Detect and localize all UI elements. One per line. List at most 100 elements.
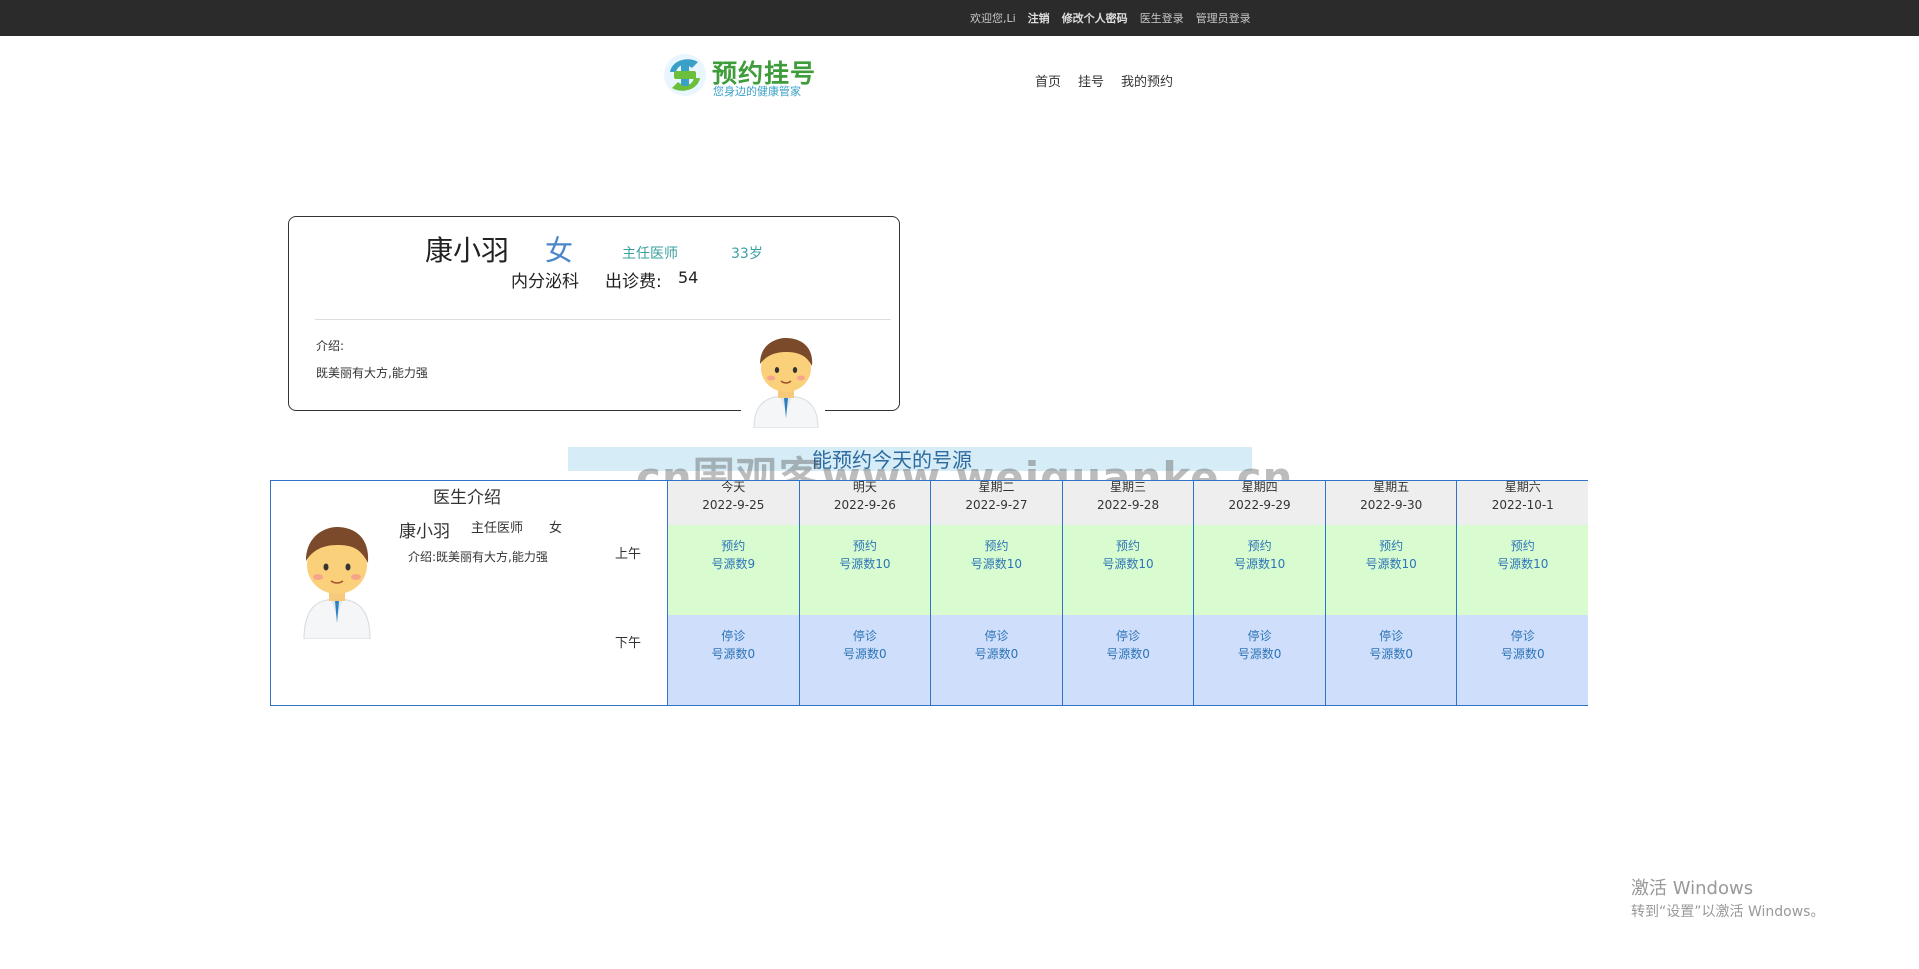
am-status: 预约 [721,539,746,553]
pm-count: 号源数0 [711,647,756,661]
pm-status: 停诊 [984,629,1009,643]
day-date: 2022-9-30 [1360,498,1423,512]
doctor-gender: 女 [545,234,574,267]
am-status: 预约 [1510,539,1535,553]
nav-home[interactable]: 首页 [1035,71,1061,90]
day-header: 星期三 2022-9-28 [1062,480,1194,525]
am-slot[interactable]: 预约 号源数10 [1325,525,1457,615]
doctor-name: 康小羽 [425,234,510,267]
am-status: 预约 [852,539,877,553]
day-date: 2022-10-1 [1491,498,1554,512]
doctor-title: 主任医师 [622,246,678,262]
am-count: 号源数10 [839,557,891,571]
day-date: 2022-9-28 [1096,498,1160,512]
am-slot[interactable]: 预约号源数10 [931,525,1062,615]
day-date: 2022-9-27 [965,498,1028,512]
day-header: 星期二 2022-9-27 [931,480,1062,525]
am-count: 号源数10 [970,557,1023,571]
fee-value: 54 [678,268,699,287]
doctor-department: 内分泌科 [511,272,579,292]
welcome-text: 欢迎您,Li [970,12,1016,25]
day-weekday: 星期四 [1241,480,1278,494]
day-header: 明天 2022-9-26 [799,480,931,525]
am-slot[interactable]: 预约号源数10 [1457,525,1589,615]
logo-subtitle: 您身边的健康管家 [713,85,801,98]
pm-slot: 停诊号源数0 [668,615,799,705]
fee-label: 出诊费: [605,272,662,292]
day-column: 星期六 2022-10-1 预约号源数10 停诊号源数0 [1456,480,1589,705]
top-bar: 欢迎您,Li 注销 修改个人密码 医生登录 管理员登录 [0,0,1919,36]
day-weekday: 明天 [852,480,877,494]
am-count: 号源数9 [711,557,756,571]
day-column: 星期五 2022-9-30 预约 号源数10 停诊号源数0 [1324,480,1457,705]
schedule-doctor-title: 主任医师 [471,521,524,536]
afternoon-label: 下午 [615,636,642,651]
day-column: 星期三 2022-9-28 预约号源数10 停诊号源数0 [1061,480,1194,705]
schedule-doctor-name: 康小羽 [399,522,450,542]
am-slot[interactable]: 预约号源数10 [1062,525,1194,615]
windows-activation-hint: 转到“设置”以激活 Windows。 [1631,904,1825,920]
day-date: 2022-9-29 [1228,498,1291,512]
am-slot[interactable]: 预约号源数9 [668,525,799,615]
doctor-age: 33岁 [731,246,763,262]
day-date: 2022-9-25 [702,498,765,512]
day-weekday: 星期三 [1110,480,1147,494]
card-divider [315,319,891,320]
logout-link[interactable]: 注销 [1028,10,1050,26]
admin-login-link[interactable]: 管理员登录 [1196,10,1251,26]
am-status: 预约 [984,539,1009,553]
pm-count: 号源数0 [843,647,887,661]
pm-status: 停诊 [1379,629,1404,643]
windows-activation-title: 激活 Windows [1631,878,1754,899]
day-column: 星期二 2022-9-27 预约号源数10 停诊号源数0 [930,480,1062,705]
doctor-avatar-icon [753,338,819,428]
site-logo[interactable]: 预约挂号 您身边的健康管家 [662,52,822,102]
schedule-table: 医生介绍 康小羽 主任医师 女 介绍:既美丽有大方,能力强 上午 下午 今天 20… [270,480,1589,706]
day-weekday: 星期六 [1504,480,1541,494]
pm-count: 号源数0 [1106,647,1150,661]
am-slot[interactable]: 预约号源数10 [1194,525,1325,615]
day-header: 星期四 2022-9-29 [1194,480,1325,525]
day-weekday: 星期二 [978,480,1015,494]
am-count: 号源数10 [1233,557,1286,571]
am-status: 预约 [1247,539,1272,553]
schedule-doctor-avatar-icon [303,527,371,639]
nav-register[interactable]: 挂号 [1078,71,1104,90]
day-header: 今天 2022-9-25 [668,480,799,525]
schedule-doctor-gender: 女 [549,521,563,536]
day-weekday: 星期五 [1373,480,1410,494]
pm-slot: 停诊号源数0 [931,615,1062,705]
day-column: 星期四 2022-9-29 预约号源数10 停诊号源数0 [1193,480,1325,705]
am-count: 号源数10 [1102,557,1154,571]
pm-count: 号源数0 [1500,647,1545,661]
pm-status: 停诊 [852,629,877,643]
day-column: 明天 2022-9-26 预约号源数10 停诊号源数0 [798,480,931,705]
am-status: 预约 [1116,539,1141,553]
pm-count: 号源数0 [1237,647,1282,661]
nav-my-appointments[interactable]: 我的预约 [1121,71,1173,90]
pm-slot: 停诊号源数0 [1194,615,1325,705]
pm-count: 号源数0 [1369,647,1413,661]
doctor-login-link[interactable]: 医生登录 [1140,10,1184,26]
pm-slot: 停诊号源数0 [1325,615,1457,705]
am-count: 号源数10 [1497,557,1549,571]
pm-count: 号源数0 [974,647,1019,661]
main-nav: 首页 挂号 我的预约 [1035,71,1173,90]
doctor-intro-header: 医生介绍 [433,488,501,508]
day-date: 2022-9-26 [833,498,896,512]
schedule-doctor-intro: 介绍:既美丽有大方,能力强 [408,550,548,564]
day-header: 星期六 2022-10-1 [1457,480,1589,525]
logo-mark-icon [664,54,706,96]
pm-status: 停诊 [1116,629,1141,643]
am-slot[interactable]: 预约号源数10 [799,525,931,615]
am-count: 号源数10 [1365,557,1417,571]
pm-slot: 停诊号源数0 [799,615,931,705]
change-password-link[interactable]: 修改个人密码 [1062,10,1128,26]
pm-slot: 停诊号源数0 [1457,615,1589,705]
pm-status: 停诊 [721,629,746,643]
pm-status: 停诊 [1247,629,1272,643]
intro-label: 介绍: [316,339,345,353]
pm-status: 停诊 [1510,629,1535,643]
morning-label: 上午 [615,547,642,562]
pm-slot: 停诊号源数0 [1062,615,1194,705]
